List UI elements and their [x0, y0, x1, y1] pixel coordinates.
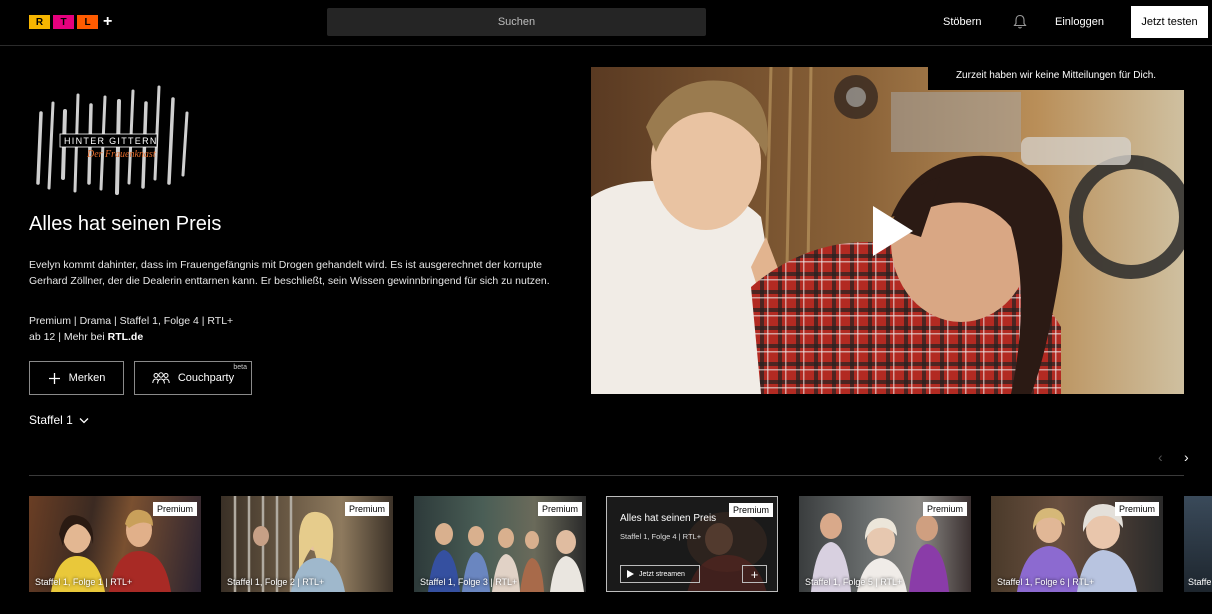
episode-label: Staffel 1, Folge 2 | RTL+: [227, 577, 325, 587]
show-logo-subtitle: Der Frauenknast: [86, 149, 156, 160]
episode-card-3[interactable]: Premium Staffel 1, Folge 3 | RTL+: [414, 496, 586, 592]
stream-now-button[interactable]: Jetzt streamen: [620, 565, 700, 583]
plus-icon: [48, 372, 60, 384]
couchparty-label: Couchparty: [177, 372, 235, 384]
trial-button[interactable]: Jetzt testen: [1131, 6, 1208, 38]
episode-card-2[interactable]: Premium Staffel 1, Folge 2 | RTL+: [221, 496, 393, 592]
stream-now-label: Jetzt streamen: [639, 570, 685, 578]
divider: [29, 475, 1184, 476]
episode-rating-meta: ab 12 | Mehr bei RTL.de: [29, 331, 143, 343]
nav-browse-link[interactable]: Stöbern: [943, 16, 982, 28]
show-logo: HINTER GITTERN Der Frauenknast: [36, 85, 189, 195]
carousel-prev-icon[interactable]: ‹: [1158, 449, 1163, 465]
episode-card-title: Alles hat seinen Preis: [620, 513, 717, 524]
bookmark-label: Merken: [68, 372, 106, 384]
episode-card-4-active[interactable]: Premium Alles hat seinen Preis Staffel 1…: [606, 496, 778, 592]
season-label: Staffel 1: [29, 413, 73, 427]
episode-title: Alles hat seinen Preis: [29, 213, 222, 235]
premium-badge: Premium: [537, 502, 582, 516]
rating-text: ab 12 | Mehr bei: [29, 331, 108, 343]
episode-label: Staffel 1, Folge 6 | RTL+: [997, 577, 1095, 587]
logo-letter-l: L: [77, 15, 98, 29]
bookmark-button[interactable]: Merken: [29, 361, 124, 395]
notification-banner: Zurzeit haben wir keine Mitteilungen für…: [928, 60, 1184, 90]
couchparty-button[interactable]: Couchparty beta: [134, 361, 252, 395]
login-link[interactable]: Einloggen: [1055, 16, 1104, 28]
episode-card-1[interactable]: Premium Staffel 1, Folge 1 | RTL+: [29, 496, 201, 592]
season-selector[interactable]: Staffel 1: [29, 413, 89, 427]
rtl-de-link[interactable]: RTL.de: [108, 331, 144, 343]
episode-label: Staffel 1, Folge 3 | RTL+: [420, 577, 518, 587]
premium-badge: Premium: [344, 502, 389, 516]
hero-video-player[interactable]: [591, 67, 1184, 394]
episode-label: Staffel 1, Folge 4 | RTL+: [620, 532, 702, 541]
episode-description: Evelyn kommt dahinter, dass im Frauengef…: [29, 259, 550, 287]
group-icon: [152, 372, 170, 384]
episode-card-6[interactable]: Premium Staffel 1, Folge 6 | RTL+: [991, 496, 1163, 592]
episode-meta: Premium | Drama | Staffel 1, Folge 4 | R…: [29, 315, 234, 327]
logo-letter-r: R: [29, 15, 50, 29]
episode-label: Staffel 1, Folge 1 | RTL+: [35, 577, 133, 587]
episode-label: Staffel: [1188, 577, 1212, 587]
search-input[interactable]: Suchen: [327, 8, 706, 36]
premium-badge: Premium: [922, 502, 967, 516]
chevron-down-icon: [79, 417, 89, 423]
premium-badge: Premium: [1114, 502, 1159, 516]
logo-plus: +: [103, 13, 113, 30]
bell-icon[interactable]: [1013, 14, 1027, 30]
top-bar: R T L + Suchen Stöbern Einloggen Jetzt t…: [0, 0, 1212, 46]
episode-card-7-partial[interactable]: Staffel: [1184, 496, 1212, 592]
play-icon: [627, 570, 634, 578]
premium-badge: Premium: [728, 503, 773, 517]
beta-badge: beta: [233, 364, 247, 371]
show-logo-title: HINTER GITTERN: [64, 136, 158, 146]
logo-letter-t: T: [53, 15, 74, 29]
add-to-list-button[interactable]: +: [742, 565, 767, 583]
premium-badge: Premium: [152, 502, 197, 516]
rtl-plus-logo[interactable]: R T L +: [29, 13, 113, 30]
hero-still-image: [591, 67, 1184, 394]
episode-card-5[interactable]: Premium Staffel 1, Folge 5 | RTL+: [799, 496, 971, 592]
carousel-next-icon[interactable]: ›: [1184, 449, 1189, 465]
episode-label: Staffel 1, Folge 5 | RTL+: [805, 577, 903, 587]
